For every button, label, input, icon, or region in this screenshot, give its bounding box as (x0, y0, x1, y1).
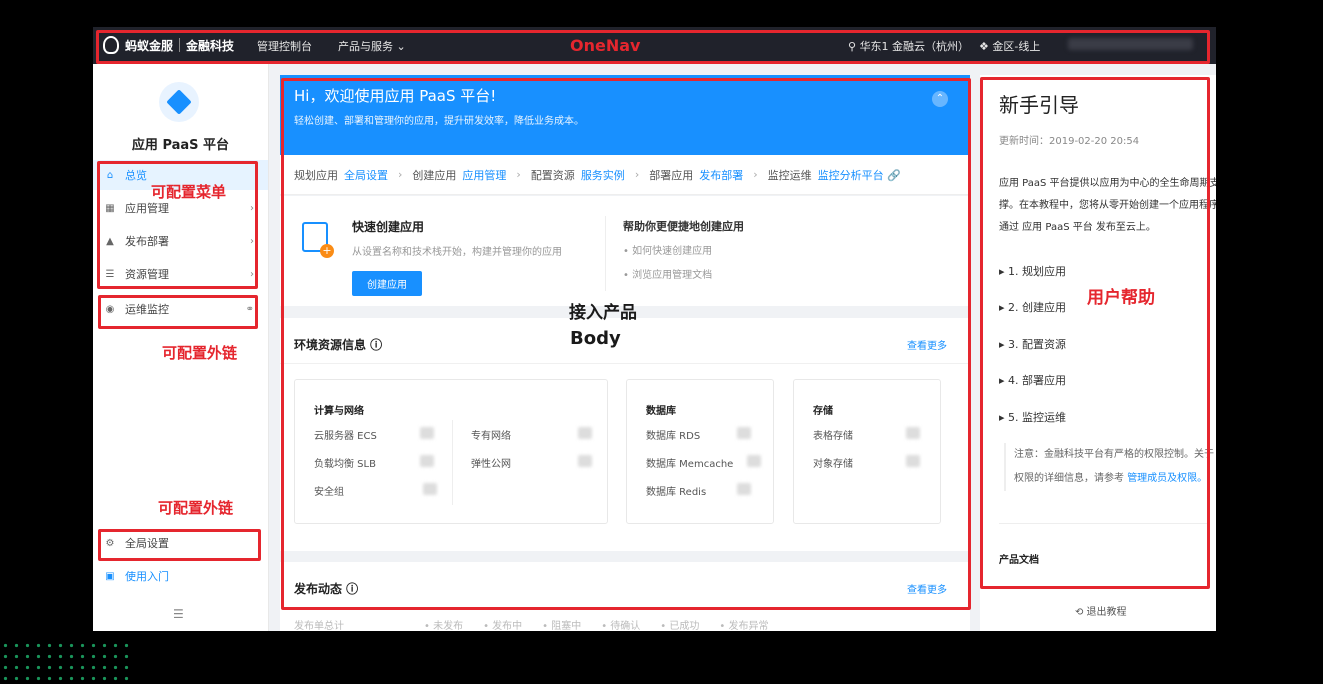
annotation-box-external1 (98, 295, 258, 329)
annotation-box-body (281, 78, 971, 610)
annotation-box-help (980, 77, 1210, 589)
annotation-label-body-1: 接入产品 (569, 303, 637, 323)
annotation-label-body-2: Body (570, 328, 621, 349)
annotation-box-external2 (98, 529, 261, 561)
app-logo (159, 82, 199, 122)
exit-tutorial-button[interactable]: ⟲ 退出教程 (1075, 603, 1127, 618)
annotation-box-onenav (96, 30, 1210, 64)
app-title: 应用 PaaS 平台 (131, 138, 230, 153)
collapse-sidebar-icon[interactable]: ☰ (173, 607, 184, 621)
annotation-label-menu: 可配置菜单 (151, 183, 227, 201)
annotation-label-external1: 可配置外链 (162, 344, 238, 362)
annotation-label-help: 用户帮助 (1087, 288, 1155, 308)
annotation-label-external2: 可配置外链 (158, 499, 234, 517)
decorative-dots (0, 640, 130, 684)
release-status-legend: 发布单总计 • 未发布 • 发布中 • 阻塞中 • 待确认 • 已成功 • 发布… (294, 621, 769, 631)
sidebar-item-getting-started[interactable]: ▣ 使用入门 (93, 561, 268, 591)
cube-icon (166, 89, 192, 115)
annotation-label-onenav: OneNav (570, 36, 641, 55)
sidebar-item-label: 使用入门 (125, 570, 169, 583)
book-icon: ▣ (105, 570, 115, 582)
